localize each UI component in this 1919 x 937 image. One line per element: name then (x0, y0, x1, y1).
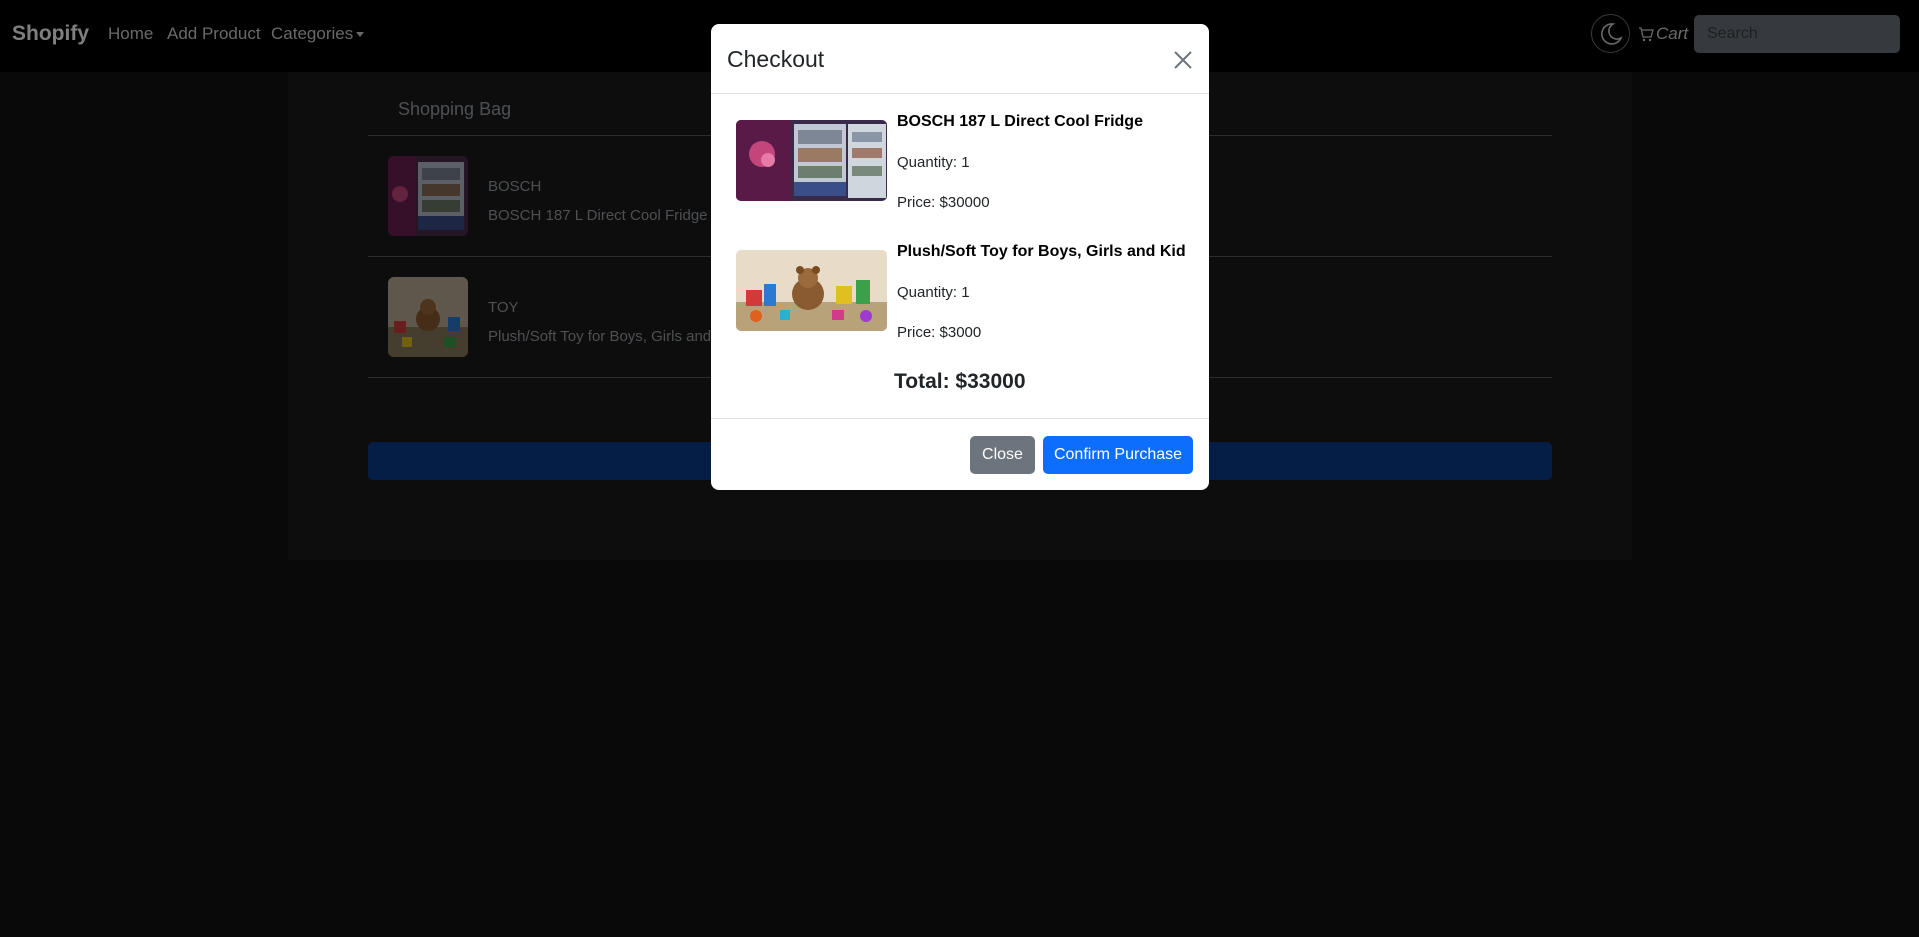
checkout-item-quantity: Quantity: 1 (897, 154, 970, 171)
close-button[interactable]: Close (970, 436, 1035, 474)
modal-header-divider (711, 93, 1209, 94)
confirm-purchase-button[interactable]: Confirm Purchase (1043, 436, 1193, 474)
checkout-modal: Checkout BOSCH 187 L Direct Cool Fridge … (711, 24, 1209, 490)
close-icon[interactable] (1172, 49, 1194, 71)
checkout-item-quantity: Quantity: 1 (897, 284, 970, 301)
checkout-item-name: Plush/Soft Toy for Boys, Girls and Kid (897, 243, 1186, 260)
modal-title: Checkout (727, 46, 825, 72)
checkout-total: Total: $33000 (894, 370, 1026, 393)
checkout-item-name: BOSCH 187 L Direct Cool Fridge (897, 113, 1143, 130)
modal-footer-divider (711, 418, 1209, 419)
checkout-item-price: Price: $3000 (897, 324, 982, 341)
checkout-item-image-fridge (736, 120, 887, 201)
checkout-item-image-toy (736, 250, 887, 331)
checkout-item-price: Price: $30000 (897, 194, 990, 211)
